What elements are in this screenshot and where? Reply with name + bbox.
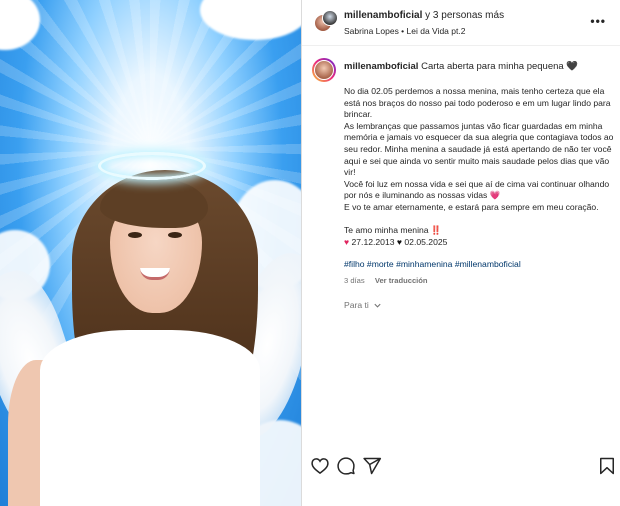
caption-paragraph: Você foi luz em nossa vida e sei que aí … [344,178,610,201]
translate-link[interactable]: Ver traducción [375,276,428,285]
comment-icon[interactable] [336,456,356,476]
caption-username[interactable]: millenamboficial [344,61,418,72]
caption-avatar[interactable] [312,58,336,82]
caption-meta: 3 días Ver traducción [344,276,428,285]
caption-header: millenamboficial Carta aberta para minha… [344,61,578,72]
action-bar [302,446,620,486]
post-header: millenamboficial y 3 personas más Sabrin… [302,0,620,46]
header-audio-location[interactable]: Sabrina Lopes • Lei da Vida pt.2 [344,26,465,36]
caption-title: Carta aberta para minha pequena 🖤 [421,61,579,72]
for-you-dropdown[interactable]: Para ti [344,300,382,310]
birth-date: 27.12.2013 [351,236,395,247]
share-icon[interactable] [362,456,382,476]
eye [128,232,142,238]
panel-divider [301,0,302,506]
heart-icon[interactable] [310,456,330,476]
coauthor-avatars[interactable] [314,10,338,34]
red-heart-icon: ♥ [344,236,350,247]
caption-paragraph: As lembranças que passamos juntas vão fi… [344,120,614,178]
caption-dates: ♥ 27.12.2013 ♥ 02.05.2025 [344,237,614,249]
header-username[interactable]: millenamboficial [344,10,422,21]
eye [168,232,182,238]
more-horizontal-icon[interactable]: ••• [590,14,606,28]
death-date: 02.05.2025 [404,236,448,247]
halo [98,152,206,180]
caption-paragraph: E vo te amar eternamente, e estará para … [344,201,599,212]
header-authors[interactable]: millenamboficial y 3 personas más [344,10,504,21]
caption-paragraph: No dia 02.05 perdemos a nossa menina, ma… [344,86,611,120]
post-image[interactable] [0,0,301,506]
caption-closing: Te amo minha menina ‼️ [344,225,442,236]
for-you-label: Para ti [344,300,369,310]
black-heart-icon: ♥ [396,236,403,247]
header-coauthors[interactable]: y 3 personas más [425,10,504,21]
bookmark-icon[interactable] [597,456,617,476]
white-dress [40,330,260,506]
chevron-down-icon [374,304,381,308]
hashtags[interactable]: #filho #morte #minhamenina #millenambofi… [344,259,521,269]
avatar [322,10,338,26]
time-ago: 3 días [344,276,365,285]
caption-text: No dia 02.05 perdemos a nossa menina, ma… [344,86,614,248]
